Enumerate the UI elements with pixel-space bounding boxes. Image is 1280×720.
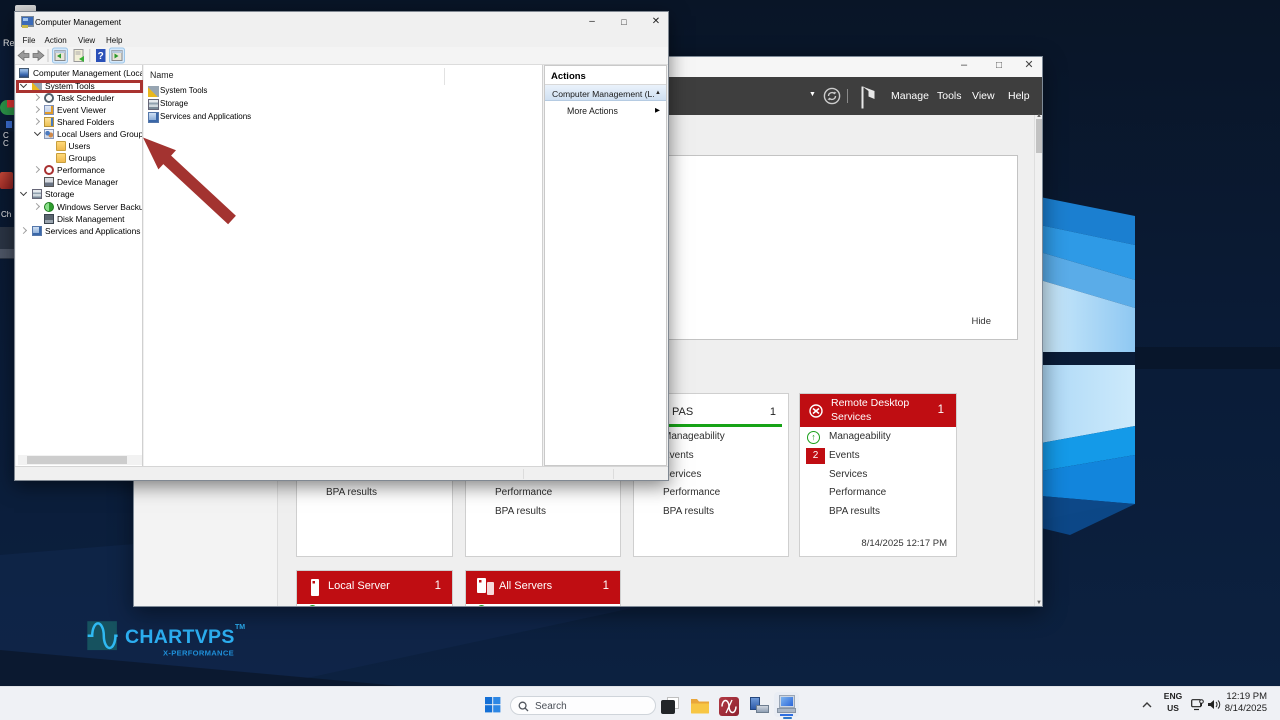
- svg-text:CHARTVPS: CHARTVPS: [125, 626, 235, 648]
- svg-text:?: ?: [98, 51, 104, 62]
- svg-text:X-PERFORMANCE: X-PERFORMANCE: [163, 649, 234, 658]
- svg-text:TM: TM: [235, 624, 245, 631]
